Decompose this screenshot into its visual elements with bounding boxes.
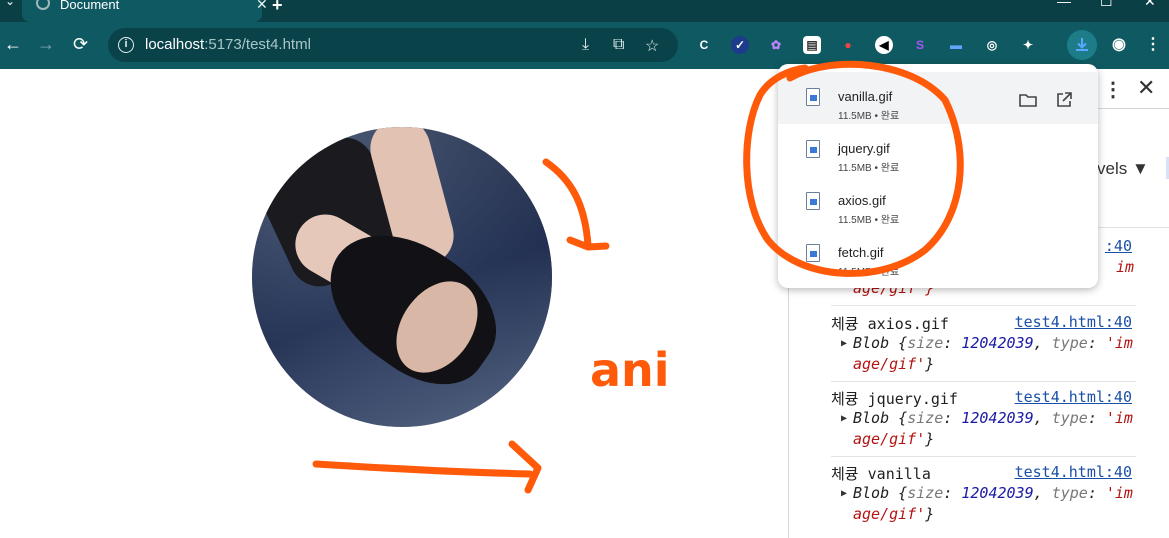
rotation-arrow-bottom <box>312 440 542 494</box>
highlight-circle <box>743 60 964 277</box>
rotation-arrow-top <box>542 158 610 251</box>
annotation-text: ani <box>590 343 670 397</box>
annotation-layer: ani <box>312 60 964 494</box>
